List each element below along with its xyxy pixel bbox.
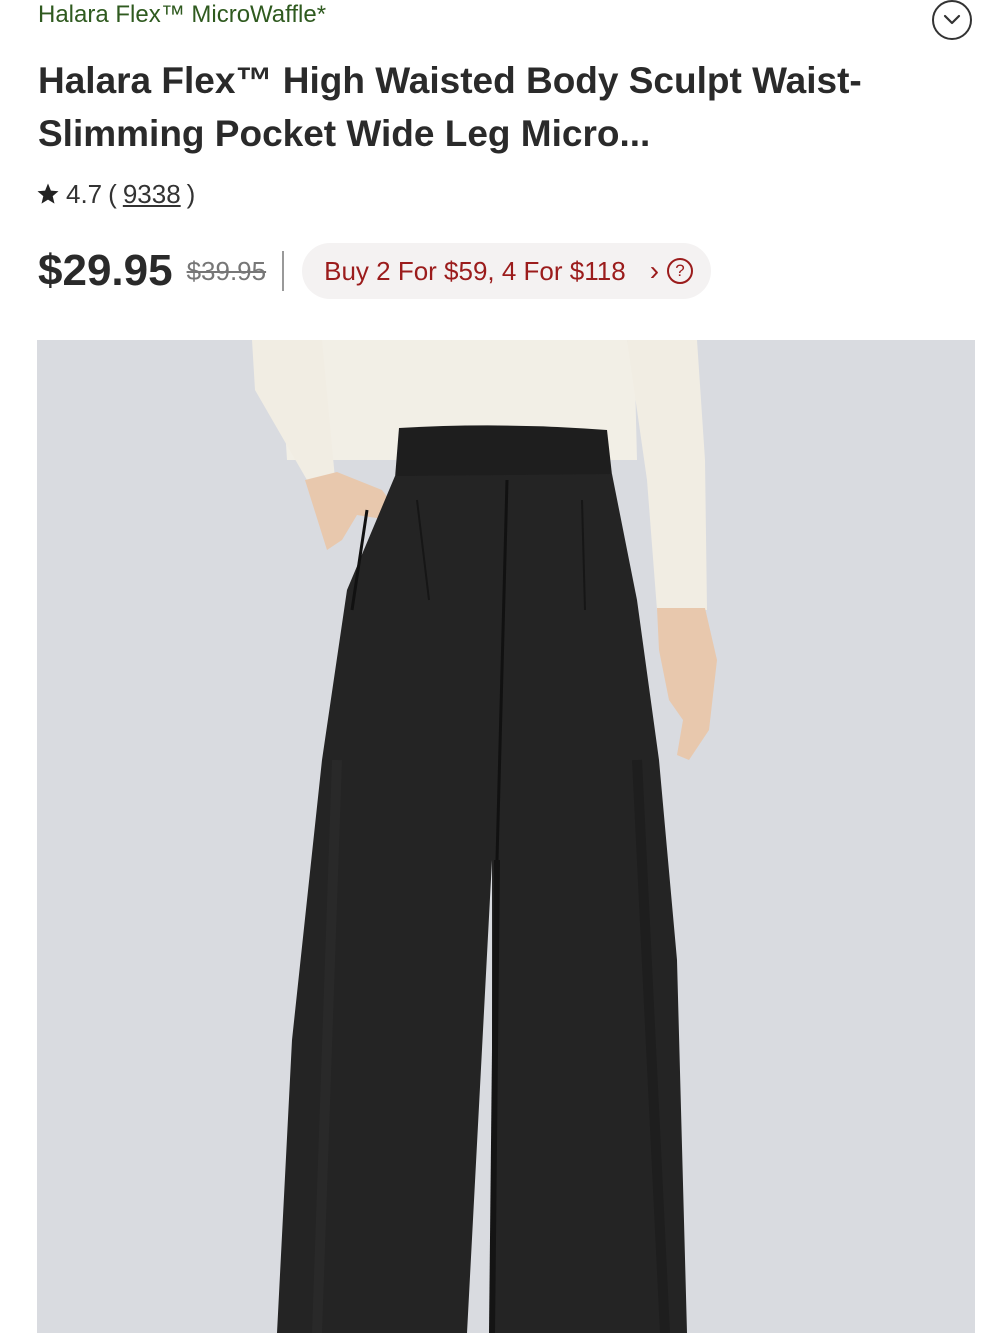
- chevron-right-icon: ›: [649, 255, 660, 286]
- product-image[interactable]: [37, 340, 975, 1333]
- price-row: $29.95 $39.95 Buy 2 For $59, 4 For $118 …: [38, 240, 712, 302]
- current-price: $29.95: [38, 246, 173, 295]
- chevron-down-icon: [943, 14, 961, 25]
- promo-pill[interactable]: Buy 2 For $59, 4 For $118 › ?: [302, 243, 712, 299]
- original-price: $39.95: [186, 255, 267, 286]
- rating-row[interactable]: 4.7 (9338): [36, 176, 195, 212]
- promo-label: Buy 2 For $59, 4 For $118: [324, 255, 626, 286]
- product-photo-illustration: [37, 340, 975, 1333]
- collapse-button[interactable]: [932, 0, 972, 40]
- rating-open-paren: (: [108, 178, 117, 209]
- question-circle-icon[interactable]: ?: [667, 258, 694, 284]
- product-title: Halara Flex™ High Waisted Body Sculpt Wa…: [38, 60, 862, 154]
- price-divider: [282, 251, 285, 291]
- rating-close-paren: ): [186, 178, 196, 209]
- review-count[interactable]: 9338: [123, 179, 181, 210]
- rating-value: 4.7: [66, 178, 103, 209]
- star-icon: [37, 183, 59, 204]
- collection-link[interactable]: Halara Flex™ MicroWaffle*: [38, 0, 326, 30]
